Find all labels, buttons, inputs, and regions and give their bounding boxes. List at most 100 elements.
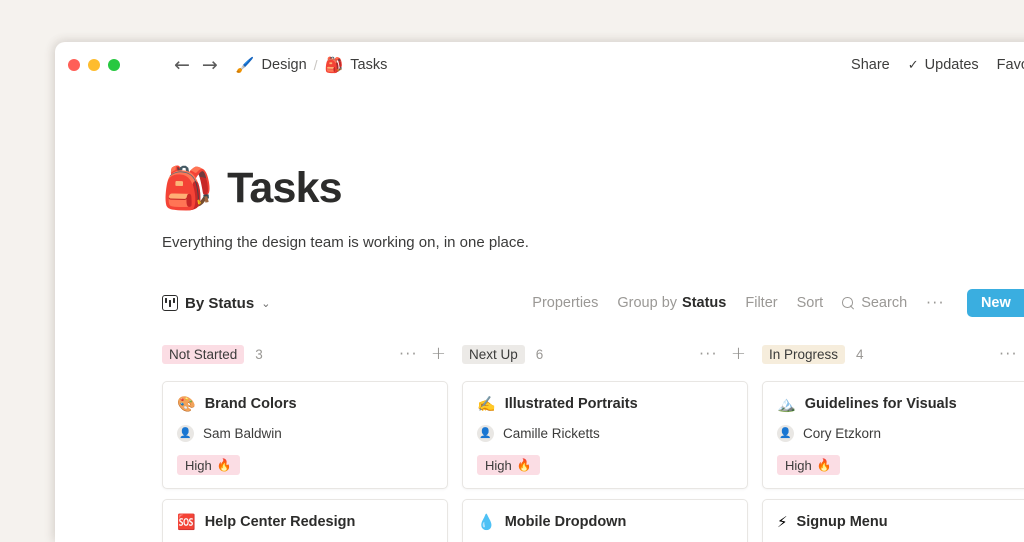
- add-card-icon[interactable]: +: [731, 345, 746, 363]
- priority-label: High: [185, 458, 212, 473]
- status-badge: Next Up: [462, 345, 525, 364]
- card-assignee: 👤 Sam Baldwin: [177, 425, 433, 442]
- search-label: Search: [861, 295, 907, 311]
- card-title: 🎨 Brand Colors: [177, 396, 433, 412]
- card-title: ✍️ Illustrated Portraits: [477, 396, 733, 412]
- card-title-text: Signup Menu: [797, 514, 888, 530]
- column-count: 6: [536, 347, 544, 362]
- sos-icon: 🆘: [177, 515, 196, 530]
- group-by-value: Status: [682, 295, 726, 311]
- avatar: 👤: [777, 425, 794, 442]
- paintbrush-icon: 🖌️: [236, 58, 255, 73]
- column-count: 4: [856, 347, 864, 362]
- share-button[interactable]: Share: [851, 57, 890, 73]
- task-card[interactable]: ✍️ Illustrated Portraits 👤 Camille Ricke…: [462, 381, 748, 489]
- title-bar: ← → 🖌️ Design / 🎒 Tasks Share ✓ Updates …: [55, 42, 1024, 88]
- database-toolbar: By Status ⌄ Properties Group by Status F…: [162, 288, 1024, 318]
- new-button-label: New: [981, 295, 1011, 311]
- board-column-in-progress: In Progress 4 ··· + 🏔️ Guidelines for Vi…: [762, 341, 1024, 542]
- task-card[interactable]: 🆘 Help Center Redesign 👤 David Tibbitts …: [162, 499, 448, 542]
- priority-badge: High 🔥: [177, 455, 240, 475]
- priority-badge: High 🔥: [777, 455, 840, 475]
- card-title-text: Mobile Dropdown: [505, 514, 627, 530]
- column-actions: ··· +: [999, 345, 1024, 363]
- card-priority: High 🔥: [777, 455, 1024, 475]
- breadcrumb-item-tasks[interactable]: 🎒 Tasks: [325, 57, 388, 73]
- task-card[interactable]: 🏔️ Guidelines for Visuals 👤 Cory Etzkorn…: [762, 381, 1024, 489]
- card-title: ⚡ Signup Menu: [777, 514, 1024, 530]
- check-icon: ✓: [908, 58, 919, 73]
- column-header: Next Up 6 ··· +: [462, 341, 762, 367]
- updates-label: Updates: [925, 57, 979, 73]
- close-window-button[interactable]: [68, 59, 80, 71]
- page-title-text[interactable]: Tasks: [227, 164, 342, 213]
- view-tab-label: By Status: [185, 295, 254, 312]
- task-card[interactable]: 🎨 Brand Colors 👤 Sam Baldwin High 🔥: [162, 381, 448, 489]
- sort-button[interactable]: Sort: [797, 295, 824, 311]
- board-column-next-up: Next Up 6 ··· + ✍️ Illustrated Portraits: [462, 341, 762, 542]
- sidebar-toggle-icon[interactable]: [138, 61, 158, 69]
- column-actions: ··· +: [699, 345, 746, 363]
- breadcrumb-separator: /: [314, 57, 318, 73]
- card-title-text: Illustrated Portraits: [505, 396, 638, 412]
- card-title-text: Help Center Redesign: [205, 514, 356, 530]
- column-header: Not Started 3 ··· +: [162, 341, 462, 367]
- add-card-icon[interactable]: +: [431, 345, 446, 363]
- fire-icon: 🔥: [217, 458, 232, 472]
- card-assignee: 👤 Camille Ricketts: [477, 425, 733, 442]
- priority-label: High: [485, 458, 512, 473]
- column-actions: ··· +: [399, 345, 446, 363]
- forward-arrow-icon[interactable]: →: [202, 56, 218, 75]
- traffic-lights: [68, 59, 120, 71]
- avatar: 👤: [177, 425, 194, 442]
- chevron-down-icon: ⌄: [261, 297, 270, 310]
- page-content: 🎒 Tasks Everything the design team is wo…: [55, 164, 1024, 542]
- maximize-window-button[interactable]: [108, 59, 120, 71]
- column-more-icon[interactable]: ···: [999, 345, 1018, 363]
- breadcrumb-item-design[interactable]: 🖌️ Design: [236, 57, 307, 73]
- properties-button[interactable]: Properties: [532, 295, 598, 311]
- column-more-icon[interactable]: ···: [399, 345, 418, 363]
- column-header: In Progress 4 ··· +: [762, 341, 1024, 367]
- writing-hand-icon: ✍️: [477, 397, 496, 412]
- droplet-icon: 💧: [477, 515, 496, 530]
- titlebar-actions: Share ✓ Updates Favorit: [851, 42, 1024, 88]
- updates-button[interactable]: ✓ Updates: [908, 57, 979, 73]
- palette-icon: 🎨: [177, 397, 196, 412]
- card-priority: High 🔥: [177, 455, 433, 475]
- breadcrumb-tasks-label: Tasks: [350, 57, 387, 73]
- board-column-not-started: Not Started 3 ··· + 🎨 Brand Colors: [162, 341, 462, 542]
- favorite-button[interactable]: Favorit: [997, 57, 1024, 73]
- column-more-icon[interactable]: ···: [699, 345, 718, 363]
- back-arrow-icon[interactable]: ←: [174, 56, 190, 75]
- page-subtitle: Everything the design team is working on…: [162, 234, 1024, 251]
- fire-icon: 🔥: [817, 458, 832, 472]
- filter-button[interactable]: Filter: [745, 295, 777, 311]
- breadcrumb-design-label: Design: [262, 57, 307, 73]
- new-button[interactable]: New ⌄: [967, 289, 1024, 317]
- minimize-window-button[interactable]: [88, 59, 100, 71]
- group-by-button[interactable]: Group by Status: [617, 295, 726, 311]
- status-badge: In Progress: [762, 345, 845, 364]
- task-card[interactable]: 💧 Mobile Dropdown 👤 Nate Martins High 🔥: [462, 499, 748, 542]
- column-cards: 🏔️ Guidelines for Visuals 👤 Cory Etzkorn…: [762, 381, 1024, 542]
- breadcrumb: 🖌️ Design / 🎒 Tasks: [236, 57, 387, 73]
- board-view-icon: [162, 295, 178, 311]
- card-title: 🏔️ Guidelines for Visuals: [777, 396, 1024, 412]
- card-title: 💧 Mobile Dropdown: [477, 514, 733, 530]
- view-tab-by-status[interactable]: By Status ⌄: [162, 295, 270, 312]
- task-card[interactable]: ⚡ Signup Menu 👤 Andrea Lim Medium: [762, 499, 1024, 542]
- card-title-text: Guidelines for Visuals: [805, 396, 957, 412]
- assignee-name: Camille Ricketts: [503, 426, 600, 441]
- more-options-icon[interactable]: ···: [926, 294, 945, 312]
- card-title: 🆘 Help Center Redesign: [177, 514, 433, 530]
- column-cards: ✍️ Illustrated Portraits 👤 Camille Ricke…: [462, 381, 762, 542]
- backpack-icon: 🎒: [325, 58, 344, 73]
- column-count: 3: [255, 347, 263, 362]
- status-badge: Not Started: [162, 345, 244, 364]
- lightning-icon: ⚡: [777, 515, 788, 530]
- search-button[interactable]: Search: [842, 295, 907, 311]
- app-window: ← → 🖌️ Design / 🎒 Tasks Share ✓ Updates …: [55, 42, 1024, 542]
- toolbar-controls: Properties Group by Status Filter Sort S…: [532, 289, 1024, 317]
- card-priority: High 🔥: [477, 455, 733, 475]
